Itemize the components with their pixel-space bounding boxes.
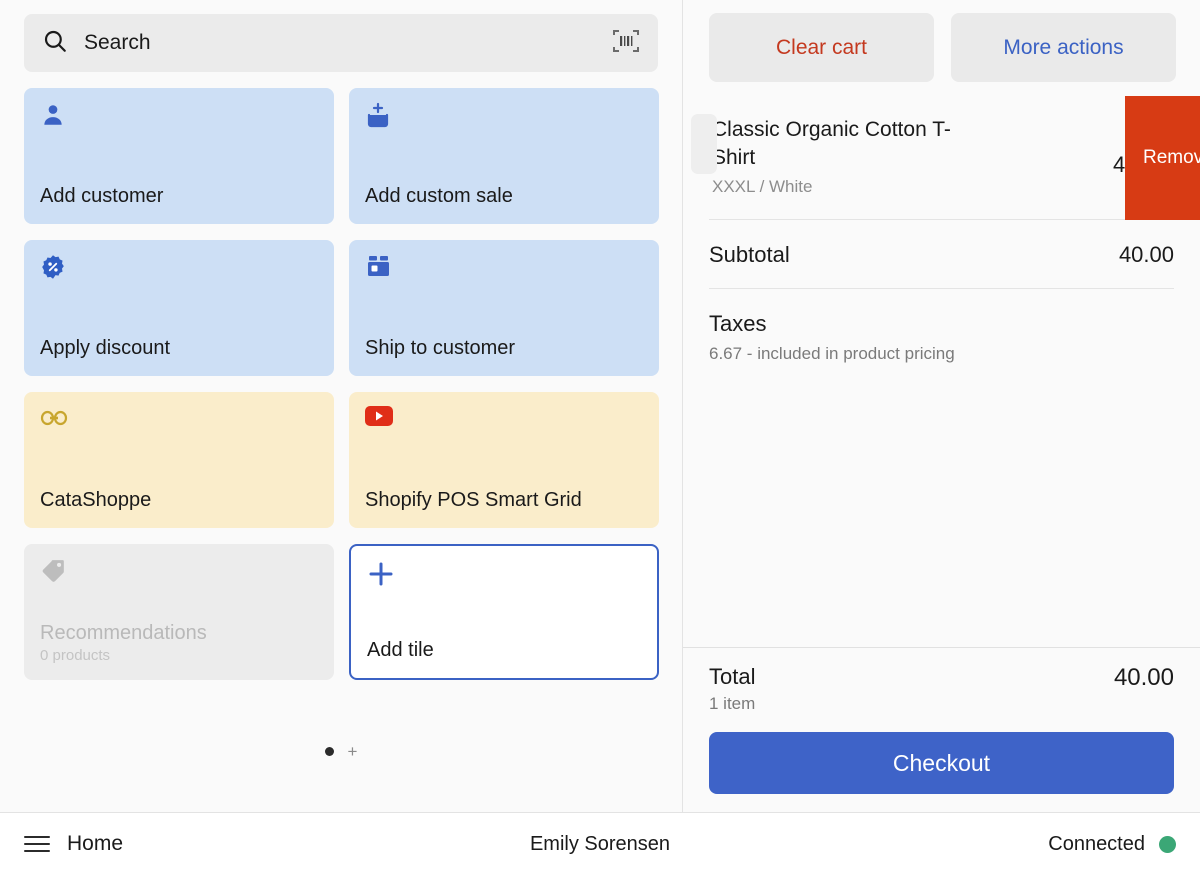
tile-label: Shopify POS Smart Grid — [365, 489, 582, 511]
bottom-bar: Home Emily Sorensen Connected — [0, 812, 1200, 875]
total-item-count: 1 item — [709, 694, 756, 713]
tile-label: Recommendations — [40, 622, 207, 644]
cart-pane: Clear cart More actions Classic Organic … — [683, 0, 1200, 812]
clear-cart-button[interactable]: Clear cart — [709, 13, 934, 82]
product-thumbnail — [691, 114, 717, 174]
staff-name: Emily Sorensen — [529, 832, 671, 855]
package-box-icon — [365, 254, 643, 284]
cart-footer: Total 1 item 40.00 Checkout — [683, 647, 1200, 812]
tile-label: Add tile — [367, 639, 434, 661]
tile-add-customer[interactable]: Add customer — [24, 88, 334, 224]
summary-label: Taxes — [709, 310, 767, 336]
tile-grid: Add customer Add custom sale Apply disco… — [24, 88, 659, 680]
grid-pager: + — [0, 743, 682, 760]
search-input[interactable]: Search — [84, 31, 151, 55]
summary-subtext: 6.67 - included in product pricing — [709, 343, 955, 363]
cart-summary-taxes: Taxes 6.67 - included in product pricing — [709, 289, 1174, 384]
customer-icon — [40, 102, 318, 132]
cart-total-row: Total 1 item 40.00 — [709, 664, 1174, 714]
remove-item-button[interactable]: Remove — [1125, 96, 1200, 220]
checkout-button[interactable]: Checkout — [709, 732, 1174, 794]
line-item-info: Classic Organic Cotton T-Shirt XXXL / Wh… — [709, 116, 1113, 197]
pos-app: Search Add customer Add custom sale Appl… — [0, 0, 1200, 875]
tile-apply-discount[interactable]: Apply discount — [24, 240, 334, 376]
add-to-cart-icon — [365, 102, 643, 132]
total-label: Total — [709, 664, 756, 689]
add-page-button[interactable]: + — [348, 743, 358, 760]
remove-label: Remove — [1143, 146, 1200, 168]
tile-subtitle: 0 products — [40, 647, 111, 664]
connection-label: Connected — [1048, 832, 1145, 855]
line-item-variant: XXXL / White — [712, 176, 813, 196]
home-label: Home — [67, 832, 124, 855]
home-button[interactable]: Home — [24, 832, 123, 856]
tile-text-group: Recommendations 0 products — [40, 622, 318, 664]
connection-status[interactable]: Connected — [1048, 833, 1176, 856]
tile-add-custom-sale[interactable]: Add custom sale — [349, 88, 659, 224]
smart-grid-pane: Search Add customer Add custom sale Appl… — [0, 0, 683, 812]
main-panes: Search Add customer Add custom sale Appl… — [0, 0, 1200, 812]
youtube-play-icon — [365, 406, 643, 436]
tile-shopify-pos-smart-grid[interactable]: Shopify POS Smart Grid — [349, 392, 659, 528]
cart-items-list: Classic Organic Cotton T-Shirt XXXL / Wh… — [683, 96, 1200, 647]
tile-label: CataShoppe — [40, 489, 152, 511]
search-icon — [42, 28, 68, 59]
tile-label: Apply discount — [40, 337, 171, 359]
search-bar[interactable]: Search — [24, 14, 658, 72]
tile-label: Ship to customer — [365, 337, 516, 359]
tile-recommendations: Recommendations 0 products — [24, 544, 334, 680]
total-value: 40.00 — [1113, 664, 1174, 691]
tile-catashoppe[interactable]: CataShoppe — [24, 392, 334, 528]
line-item-title: Classic Organic Cotton T-Shirt — [712, 118, 951, 169]
tile-ship-to-customer[interactable]: Ship to customer — [349, 240, 659, 376]
cart-summary-subtotal: Subtotal 40.00 — [709, 220, 1174, 289]
cart-action-bar: Clear cart More actions — [683, 0, 1200, 96]
total-left: Total 1 item — [709, 664, 755, 714]
tag-icon — [40, 558, 318, 588]
plus-icon — [367, 560, 641, 590]
summary-left: Taxes 6.67 - included in product pricing — [709, 311, 955, 364]
link-icon — [40, 406, 318, 436]
summary-value: 40.00 — [1118, 241, 1174, 267]
tile-add-tile[interactable]: Add tile — [349, 544, 659, 680]
cart-line-item[interactable]: Classic Organic Cotton T-Shirt XXXL / Wh… — [691, 96, 1200, 220]
connection-status-dot — [1159, 835, 1176, 853]
barcode-scanner-icon[interactable] — [612, 28, 640, 59]
page-dot-active[interactable] — [324, 747, 334, 756]
summary-left: Subtotal — [709, 242, 790, 268]
tile-label: Add custom sale — [365, 185, 513, 207]
summary-label: Subtotal — [709, 241, 790, 267]
hamburger-menu-icon[interactable] — [24, 836, 50, 852]
more-actions-button[interactable]: More actions — [951, 13, 1176, 82]
discount-badge-icon — [40, 254, 318, 284]
tile-label: Add customer — [40, 185, 164, 207]
